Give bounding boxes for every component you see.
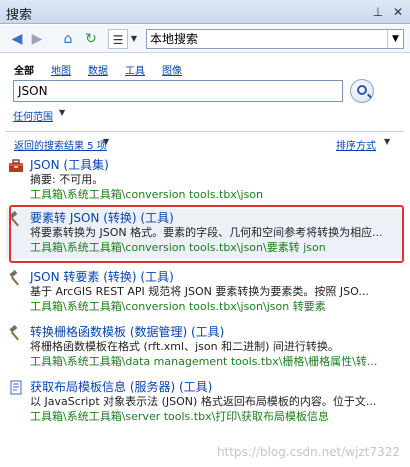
search-scope-select[interactable]: 本地搜索 ▼ (146, 29, 404, 49)
result-path: 工具箱\系统工具箱\server tools.tbx\打印\获取布局模板信息 (30, 410, 330, 423)
filter-tools[interactable]: 工具 (125, 62, 145, 77)
result-item[interactable]: 获取布局模板信息 (服务器) (工具) 以 JavaScript 对象表示法 (… (6, 378, 404, 424)
search-input[interactable]: JSON (13, 80, 343, 102)
hammer-icon (9, 325, 19, 341)
search-button[interactable] (350, 79, 374, 103)
window-title: 搜索 (6, 8, 33, 23)
result-item[interactable]: JSON (工具集) 摘要: 不可用。 工具箱\系统工具箱\conversion… (6, 156, 404, 202)
toolset-icon (9, 159, 23, 172)
title-bar: 搜索 ⊥ ✕ (0, 0, 410, 24)
results-count-link[interactable]: 返回的搜索结果 5 项 (14, 137, 107, 152)
result-item[interactable]: 转换栅格函数模板 (数据管理) (工具) 将栅格函数模板在格式 (rft.xml… (6, 323, 404, 369)
search-icon (357, 85, 367, 95)
selection-highlight-box (9, 205, 404, 263)
pin-icon[interactable]: ⊥ (370, 4, 386, 20)
result-description: 摘要: 不可用。 (30, 173, 104, 186)
chevron-down-icon[interactable]: ▼ (387, 30, 403, 48)
chevron-down-icon[interactable]: ▼ (384, 137, 390, 146)
result-item[interactable]: JSON 转要素 (转换) (工具) 基于 ArcGIS REST API 规范… (6, 268, 404, 314)
result-path: 工具箱\系统工具箱\conversion tools.tbx\json (30, 188, 264, 201)
result-path: 工具箱\系统工具箱\data management tools.tbx\栅格\栅… (30, 355, 378, 368)
result-description: 以 JavaScript 对象表示法 (JSON) 格式返回布局模板的内容。位于… (30, 395, 377, 408)
result-path: 工具箱\系统工具箱\conversion tools.tbx\json\json… (30, 300, 326, 313)
any-scope-link[interactable]: 任何范围 (13, 108, 53, 123)
search-scope-value: 本地搜索 (150, 32, 199, 46)
divider (6, 131, 404, 132)
close-icon[interactable]: ✕ (390, 4, 406, 20)
refresh-icon[interactable]: ↻ (82, 29, 100, 49)
chevron-down-icon[interactable]: ▼ (103, 137, 109, 146)
filter-data[interactable]: 数据 (88, 62, 108, 77)
result-description: 基于 ArcGIS REST API 规范将 JSON 要素转换为要素类。按照 … (30, 285, 369, 298)
result-description: 将栅格函数模板在格式 (rft.xml、json 和二进制) 间进行转换。 (30, 340, 339, 353)
watermark: https://blog.csdn.net/wjzt7322 (216, 445, 400, 459)
chevron-down-icon[interactable]: ▼ (59, 108, 65, 117)
home-icon[interactable]: ⌂ (58, 29, 78, 49)
filter-all[interactable]: 全部 (14, 62, 34, 77)
back-icon[interactable]: ◀ (8, 29, 26, 49)
script-tool-icon (10, 380, 22, 395)
sort-by-link[interactable]: 排序方式 (336, 137, 376, 152)
view-options-icon[interactable]: ☰ (108, 29, 128, 49)
forward-icon[interactable]: ▶ (28, 29, 46, 49)
filter-maps[interactable]: 地图 (51, 62, 71, 77)
toolbar: ◀ ▶ ⌂ ↻ ☰ ▼ 本地搜索 ▼ (0, 25, 410, 53)
hammer-icon (9, 270, 19, 286)
view-options-dropdown-icon[interactable]: ▼ (128, 29, 140, 49)
filter-images[interactable]: 图像 (162, 62, 182, 77)
